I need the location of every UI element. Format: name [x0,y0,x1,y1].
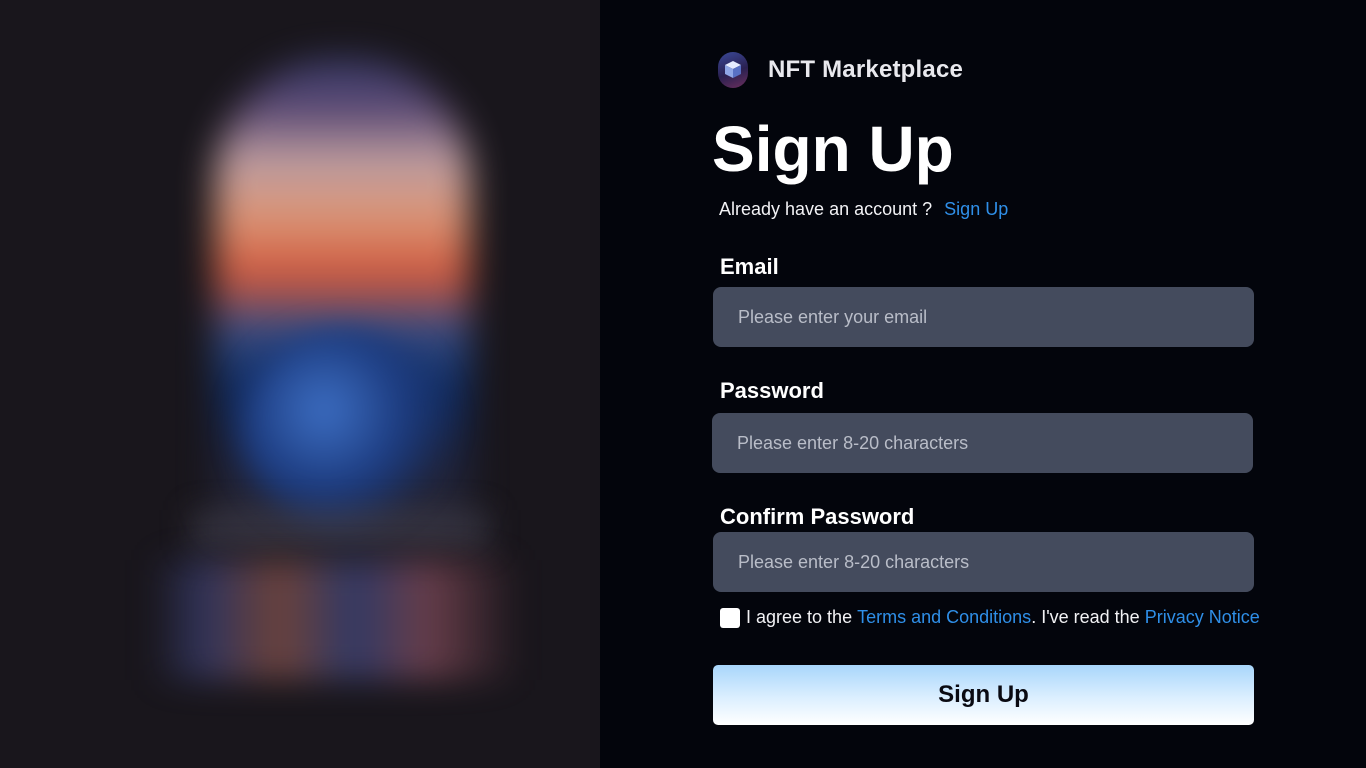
signup-form-panel: NFT Marketplace Sign Up Already have an … [600,0,1366,768]
agree-checkbox[interactable] [720,607,740,628]
email-label: Email [720,254,779,279]
account-link[interactable]: Sign Up [944,199,1008,219]
confirm-password-label: Confirm Password [720,504,915,529]
password-field[interactable] [712,413,1253,473]
password-label: Password [720,378,824,403]
artwork-shadow [190,510,490,550]
agreement-middle: . I've read the [1031,607,1140,627]
signup-screen: NFT Marketplace Sign Up Already have an … [0,0,1366,768]
agreement-prefix: I agree to the [746,607,853,627]
terms-link[interactable]: Terms and Conditions [857,607,1031,628]
artwork-reflection [150,560,520,680]
page-title: Sign Up [712,113,954,185]
featured-art-panel [0,0,600,768]
brand[interactable]: NFT Marketplace [718,52,963,88]
confirm-password-field[interactable] [713,532,1254,592]
sign-up-button[interactable]: Sign Up [713,665,1254,725]
cube-logo-icon [718,52,748,88]
email-field[interactable] [713,287,1254,347]
privacy-link[interactable]: Privacy Notice [1145,607,1260,628]
artwork-glow [240,330,450,530]
brand-name: NFT Marketplace [768,56,964,83]
account-prompt-row: Already have an account ? Sign Up [719,199,1008,220]
account-prompt-text: Already have an account ? [719,199,933,219]
agreement-row: I agree to the Terms and Conditions. I'v… [720,607,1260,628]
